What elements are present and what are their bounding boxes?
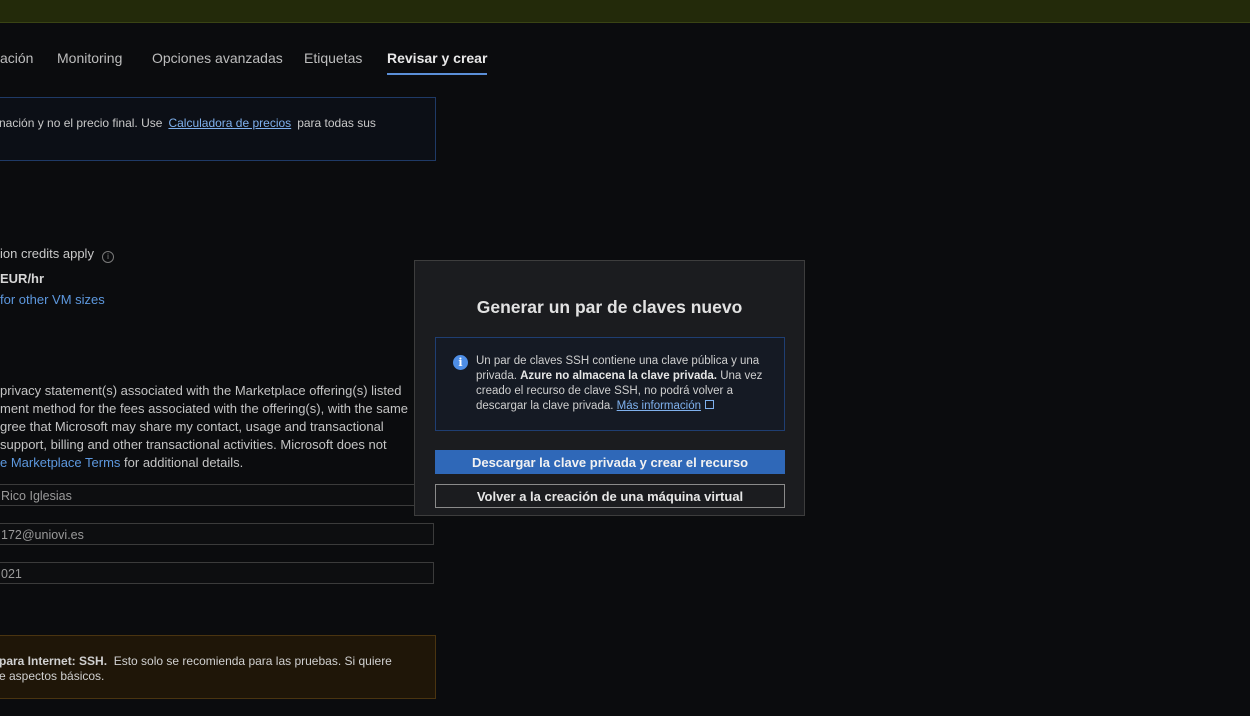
- generate-key-pair-dialog: Generar un par de claves nuevo i Un par …: [414, 260, 805, 516]
- info-icon[interactable]: i: [101, 251, 114, 263]
- tab-revisar-y-crear[interactable]: Revisar y crear: [387, 50, 488, 75]
- tab-monitoring[interactable]: Monitoring: [57, 50, 122, 66]
- credits-label: ion credits apply i: [0, 246, 114, 263]
- price-per-hour: EUR/hr: [0, 271, 45, 286]
- back-to-vm-creation-button[interactable]: Volver a la creación de una máquina virt…: [435, 484, 785, 508]
- price-info-text: nación y no el precio final. Use Calculad…: [0, 116, 376, 130]
- notice-message: Un par de claves SSH contiene una clave …: [476, 355, 763, 412]
- price-info-box: nación y no el precio final. Use Calculad…: [0, 97, 436, 161]
- tab-etiquetas[interactable]: Etiquetas: [304, 50, 362, 66]
- ssh-info-notice: i Un par de claves SSH contiene una clav…: [435, 337, 785, 431]
- tab-administracion[interactable]: ación: [0, 50, 33, 66]
- pricing-calculator-link[interactable]: Calculadora de precios: [168, 116, 291, 130]
- marketplace-terms-link[interactable]: e Marketplace Terms: [0, 455, 120, 470]
- info-icon: i: [453, 355, 468, 370]
- top-banner: [0, 0, 1250, 23]
- ssh-warning-box: para Internet: SSH. Esto solo se recomie…: [0, 635, 436, 699]
- phone-field[interactable]: 021: [0, 562, 434, 584]
- email-field[interactable]: 172@uniovi.es: [0, 523, 434, 545]
- more-info-link[interactable]: Más información: [617, 400, 701, 412]
- dialog-title: Generar un par de claves nuevo: [476, 297, 743, 317]
- name-field[interactable]: Rico Iglesias: [0, 484, 434, 506]
- terms-text: privacy statement(s) associated with the…: [0, 383, 409, 470]
- external-link-icon: [705, 400, 715, 409]
- tab-opciones-avanzadas[interactable]: Opciones avanzadas: [152, 50, 283, 66]
- download-key-create-button[interactable]: Descargar la clave privada y crear el re…: [435, 450, 785, 474]
- vm-sizes-link[interactable]: for other VM sizes: [0, 292, 105, 307]
